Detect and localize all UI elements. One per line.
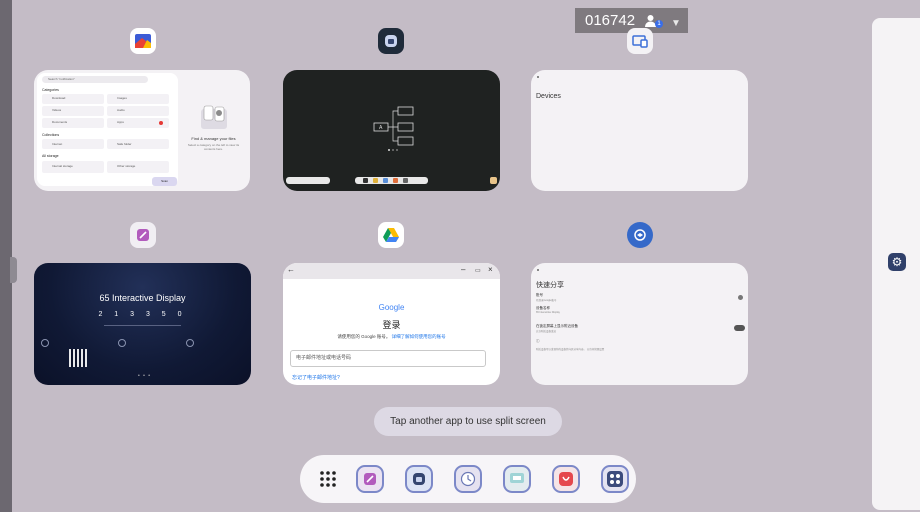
category-documents[interactable]: Documents: [42, 118, 104, 128]
whiteboard-app-card[interactable]: A: [283, 70, 500, 191]
files-app-card[interactable]: Search "notification" Categories Downloa…: [34, 70, 250, 191]
whiteboard-page-toolbar[interactable]: [286, 177, 330, 184]
window-titlebar: ← – ▭ ×: [283, 263, 500, 279]
rcast-dock-icon[interactable]: [552, 465, 580, 493]
app-drawer-icon[interactable]: [314, 465, 342, 493]
google-logo: Google: [378, 303, 405, 312]
files-sidebar: Search "notification" Categories Downloa…: [37, 73, 178, 186]
whiteboard-app-icon[interactable]: [378, 28, 404, 54]
scan-button[interactable]: Scan: [152, 177, 177, 186]
screencast-dock-icon[interactable]: [503, 465, 531, 493]
side-drawer-handle[interactable]: [10, 257, 17, 283]
collections-heading: Collections: [42, 133, 60, 137]
account-row-sub: 已登录Google账号: [536, 299, 557, 302]
google-drive-icon[interactable]: [378, 222, 404, 248]
categories-heading: Categories: [42, 88, 59, 92]
category-download[interactable]: Download: [42, 94, 104, 104]
notes-dock-icon[interactable]: [356, 465, 384, 493]
storage-heading: All storage: [42, 154, 59, 158]
devices-app-card[interactable]: Devices: [531, 70, 748, 191]
app-dock: [300, 455, 636, 503]
category-apps[interactable]: Apps: [107, 118, 169, 128]
minimize-icon[interactable]: –: [461, 265, 465, 274]
category-audio[interactable]: Audio: [107, 106, 169, 116]
left-edge-bar: [0, 0, 12, 512]
notes-app-icon[interactable]: [130, 222, 156, 248]
whiteboard-drawing-toolbar[interactable]: [355, 177, 428, 184]
page-indicator: [388, 149, 398, 151]
account-avatar[interactable]: [738, 295, 743, 300]
devices-app-icon[interactable]: [627, 28, 653, 54]
files-app-icon[interactable]: [130, 28, 156, 54]
category-images[interactable]: Images: [107, 94, 169, 104]
empty-state-subtitle: Select a category on the left to view it…: [187, 143, 240, 151]
chevron-down-icon[interactable]: ▼: [671, 11, 681, 36]
empty-state-title: Find & manage your files: [191, 136, 236, 141]
lockscreen-row-sub: 允许附近设备发送: [536, 330, 557, 333]
category-videos[interactable]: Videos: [42, 106, 104, 116]
signin-heading: 登录: [382, 320, 401, 330]
svg-text:A: A: [379, 125, 383, 131]
signin-subtitle: 请使用您的 Google 账号。 详细了解如何使用您的账号: [283, 334, 500, 340]
device-name-value: 65 Interactive Display: [536, 311, 560, 314]
whiteboard-dock-icon[interactable]: [405, 465, 433, 493]
user-count-badge: 1: [655, 20, 663, 28]
collection-internet[interactable]: Internet: [42, 139, 104, 149]
forgot-email-link[interactable]: 忘记了电子邮件地址?: [292, 374, 340, 381]
clock-dock-icon[interactable]: [454, 465, 482, 493]
devices-title: Devices: [536, 93, 561, 100]
collection-safe-folder[interactable]: Safe folder: [107, 139, 169, 149]
quickshare-back-icon[interactable]: [537, 269, 539, 271]
interactive-display-card[interactable]: 65 Interactive Display 2 1 3 3 5 0 • • •: [34, 263, 251, 385]
maximize-icon[interactable]: ▭: [475, 267, 481, 274]
cast-icon: [41, 339, 49, 347]
whiteboard-menu-button[interactable]: [490, 177, 497, 184]
split-screen-hint: Tap another app to use split screen: [374, 407, 562, 436]
session-code: 016742: [585, 12, 636, 29]
quick-share-icon[interactable]: [627, 222, 653, 248]
settings-gear-icon[interactable]: ⚙: [888, 253, 906, 271]
signin-subtitle-text: 请使用您的 Google 账号。: [337, 334, 391, 339]
divider: [104, 325, 181, 326]
email-field[interactable]: 电子邮件地址或电话号码: [290, 350, 486, 367]
close-icon[interactable]: ×: [488, 265, 493, 274]
quick-share-card[interactable]: 快速分享 账号 已登录Google账号 设备名称 65 Interactive …: [531, 263, 748, 385]
learn-more-link[interactable]: 详细了解如何使用您的账号: [392, 334, 446, 339]
info-text: 附近设备可以发现你的设备并向其分享内容。 以访问管理设置: [536, 348, 605, 351]
apps-group-dock-icon[interactable]: [601, 465, 629, 493]
wifi-icon: [118, 339, 126, 347]
display-connection-code: 2 1 3 3 5 0: [98, 311, 187, 318]
empty-folder-illustration: [201, 105, 227, 129]
qr-code: [69, 349, 87, 367]
files-search-input[interactable]: Search "notification": [42, 76, 148, 83]
devices-back-icon[interactable]: [537, 76, 539, 78]
quickshare-title: 快速分享: [536, 282, 564, 289]
lockscreen-toggle[interactable]: [734, 325, 745, 331]
display-page-dots: • • •: [138, 373, 152, 379]
storage-other[interactable]: Other storage: [107, 161, 169, 173]
display-title: 65 Interactive Display: [99, 293, 186, 303]
storage-internal[interactable]: Internal storage: [42, 161, 104, 173]
info-icon: ⓘ: [536, 339, 540, 343]
google-signin-card[interactable]: ← – ▭ × Google 登录 请使用您的 Google 账号。 详细了解如…: [283, 263, 500, 385]
files-empty-state: Find & manage your files Select a catego…: [180, 73, 247, 186]
back-arrow-icon[interactable]: ←: [287, 265, 295, 274]
link-icon: [186, 339, 194, 347]
mind-map-diagram: A: [373, 106, 414, 146]
